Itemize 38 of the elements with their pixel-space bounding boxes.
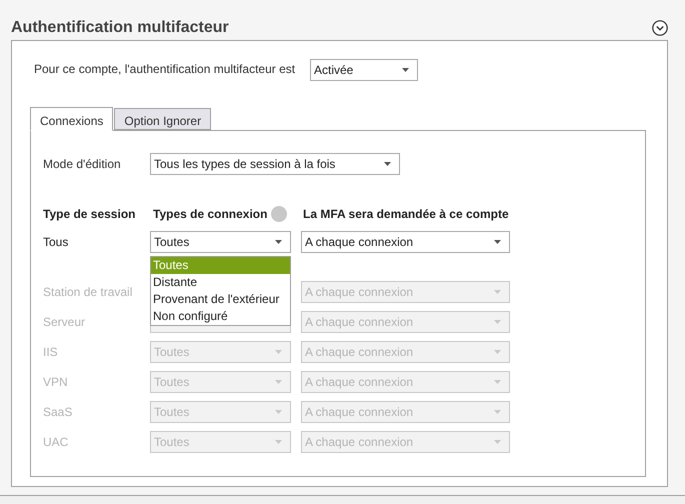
dropdown-option[interactable]: Toutes bbox=[151, 257, 290, 274]
caret-icon bbox=[494, 410, 501, 414]
tab[interactable]: Connexions bbox=[30, 107, 114, 131]
status-dropdown[interactable]: Activée bbox=[310, 59, 418, 81]
dropdown-option[interactable]: Non configuré bbox=[151, 308, 290, 325]
column-header: Types de connexion bbox=[153, 206, 268, 223]
session-type-label: Serveur bbox=[43, 314, 86, 331]
caret-icon bbox=[494, 320, 501, 324]
edit-mode-label: Mode d'édition bbox=[43, 156, 122, 173]
edit-mode-dropdown[interactable]: Tous les types de session à la fois bbox=[150, 153, 400, 175]
session-type-label: Tous bbox=[43, 234, 70, 251]
dropdown-option[interactable]: Distante bbox=[151, 274, 290, 291]
caret-icon bbox=[494, 380, 501, 384]
caret-icon bbox=[402, 68, 409, 72]
caret-icon bbox=[275, 440, 282, 444]
mfa-frequency-dropdown[interactable]: A chaque connexion bbox=[301, 231, 510, 253]
caret-icon bbox=[384, 162, 391, 166]
caret-icon bbox=[275, 380, 282, 384]
caret-icon bbox=[494, 240, 501, 244]
session-type-label: Station de travail bbox=[43, 284, 134, 301]
caret-icon bbox=[494, 290, 501, 294]
caret-icon bbox=[275, 240, 282, 244]
caret-icon bbox=[275, 350, 282, 354]
account-label: Pour ce compte, l'authentification multifacteur est bbox=[34, 61, 296, 78]
session-type-label: IIS bbox=[43, 344, 59, 361]
tab[interactable]: Option Ignorer bbox=[114, 108, 212, 130]
caret-icon bbox=[494, 440, 501, 444]
column-header: La MFA sera demandée à ce compte bbox=[303, 206, 509, 223]
session-type-label: SaaS bbox=[43, 404, 74, 421]
column-header: Type de session bbox=[43, 206, 136, 223]
connection-type-dropdown[interactable]: Toutes bbox=[150, 231, 291, 253]
session-type-label: VPN bbox=[43, 374, 69, 391]
collapse-toggle-icon[interactable] bbox=[652, 20, 668, 36]
caret-icon bbox=[275, 410, 282, 414]
session-type-label: UAC bbox=[43, 434, 70, 451]
section-title: Authentification multifacteur bbox=[11, 18, 229, 38]
dropdown-option[interactable]: Provenant de l'extérieur bbox=[151, 291, 290, 308]
caret-icon bbox=[494, 350, 501, 354]
